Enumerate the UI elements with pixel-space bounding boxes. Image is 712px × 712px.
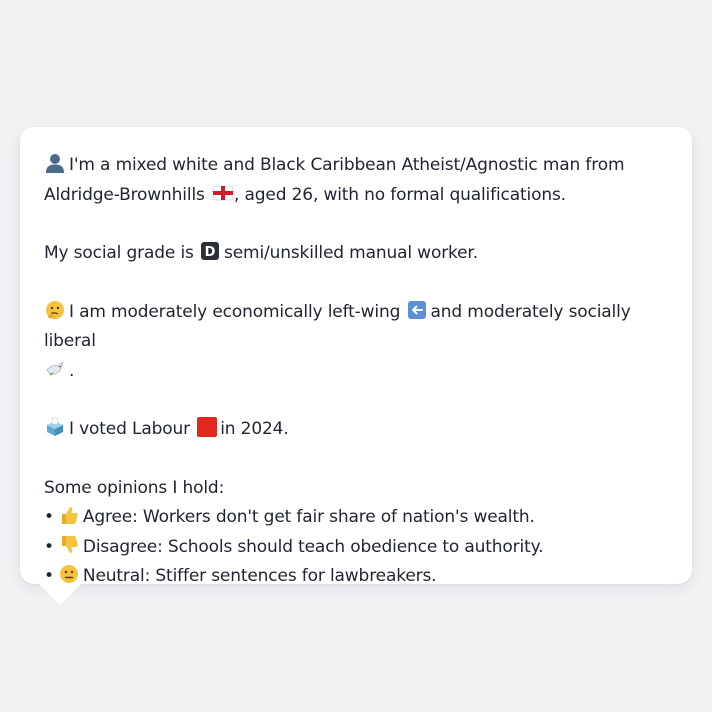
opinion-agree: Agree: Workers don't get fair share of n…: [82, 507, 535, 527]
person-silhouette-icon: [44, 153, 66, 173]
political-leaning-paragraph: I am moderately economically left-wing a…: [44, 300, 631, 381]
opinion-disagree: Disagree: Schools should teach obedience…: [82, 536, 544, 557]
ballot-box-icon: [44, 417, 66, 437]
social-grade-paragraph: My social grade is D semi/unskilled manu…: [44, 241, 478, 263]
thumbs-up-icon: [58, 505, 80, 525]
england-flag-icon: [212, 183, 234, 203]
identity-paragraph: I'm a mixed white and Black Caribbean At…: [44, 151, 674, 210]
identity-location: Aldridge-Brownhills: [44, 184, 205, 205]
bubble-tail: [38, 583, 82, 605]
bullet: •: [44, 536, 54, 557]
dove-icon: [44, 359, 66, 379]
thinking-face-icon: [44, 300, 66, 320]
neutral-face-icon: [58, 564, 80, 584]
identity-line-1: I'm a mixed white and Black Caribbean At…: [69, 155, 625, 175]
identity-age-qualifications: , aged 26, with no formal qualifications…: [234, 184, 566, 205]
letter-d-icon: D: [199, 241, 221, 261]
red-square-icon: [195, 417, 218, 437]
opinion-neutral: Neutral: Stiffer sentences for lawbreake…: [82, 566, 437, 586]
opinions-section: Some opinions I hold: • Agree: Workers d…: [44, 474, 674, 592]
svg-text:D: D: [205, 245, 216, 260]
thumbs-down-icon: [58, 535, 80, 555]
persona-message-bubble: I'm a mixed white and Black Caribbean At…: [20, 127, 692, 586]
left-arrow-icon: [406, 300, 428, 320]
opinions-header: Some opinions I hold:: [44, 477, 225, 498]
bullet: •: [44, 507, 54, 527]
vote-paragraph: I voted Labour in 2024.: [44, 415, 674, 445]
